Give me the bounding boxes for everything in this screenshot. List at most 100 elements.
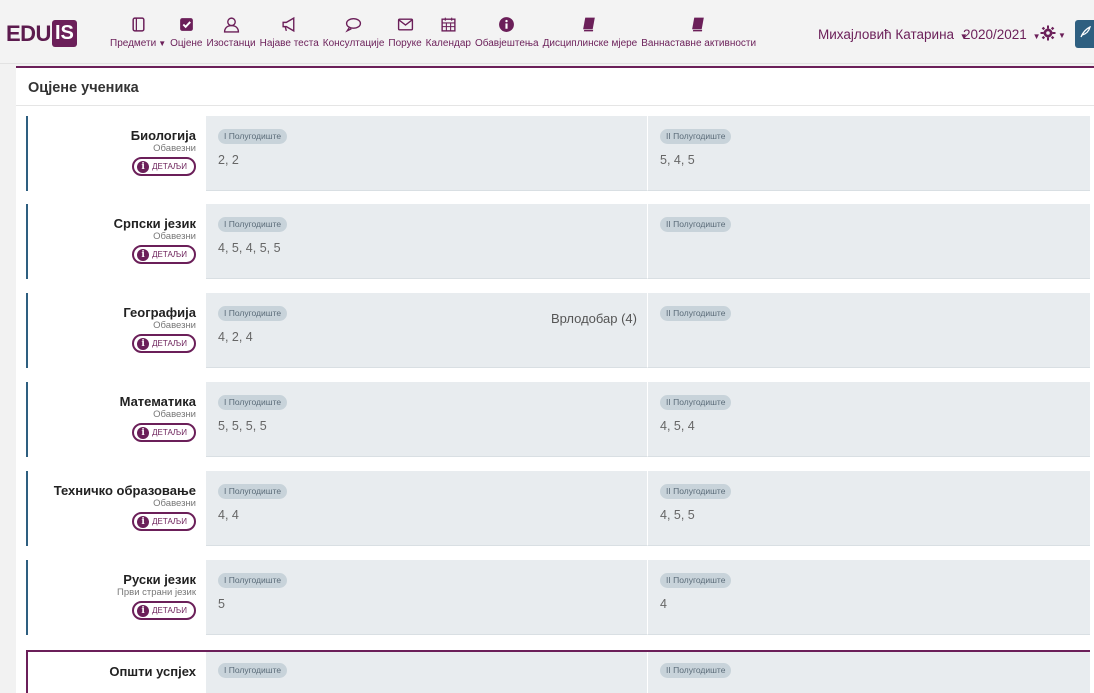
semester-2-badge: II Полугодиште [660, 217, 732, 232]
info-icon: i [137, 337, 150, 350]
caret-down-icon: ▼ [158, 39, 167, 48]
nav-item-extracurricular[interactable]: Ваннаставне активности [641, 14, 756, 49]
details-button[interactable]: i ДЕТАЉИ [132, 157, 196, 176]
subject-row: Српски језик Обавезни i ДЕТАЉИ I Полугод… [26, 204, 1090, 279]
user-name: Михајловић Катарина [818, 27, 955, 42]
subject-header: Математика Обавезни i ДЕТАЉИ [26, 382, 206, 457]
envelope-icon [397, 14, 414, 34]
calendar-icon [440, 14, 457, 34]
subject-type: Обавезни [153, 320, 196, 331]
feather-button[interactable] [1075, 20, 1094, 48]
subject-row: Техничко образовање Обавезни i ДЕТАЉИ I … [26, 471, 1090, 546]
nav-item-subjects[interactable]: Предмети ▼ [110, 14, 166, 49]
nav-label: Оцјене [170, 38, 203, 49]
logo-text: EDU [6, 20, 51, 46]
semester-1-badge: I Полугодиште [218, 573, 288, 588]
checkbox-icon [178, 14, 195, 34]
nav-item-test-announcements[interactable]: Најаве теста [260, 14, 319, 49]
semester-2-grades: 5, 4, 5 [660, 153, 695, 167]
semester-1-grades: 5 [218, 597, 225, 611]
semester-1-cell: I Полугодиште 4, 4 [206, 471, 647, 546]
nav-label: Ваннаставне активности [641, 38, 757, 49]
nav-label: Дисциплинске мјере [542, 38, 638, 49]
details-button[interactable]: i ДЕТАЉИ [132, 512, 196, 531]
semester-2-badge: II Полугодиште [660, 663, 732, 678]
semester-2-grades: 4 [660, 597, 667, 611]
user-menu[interactable]: Михајловић Катарина ▼ [818, 27, 968, 42]
nav-item-consultations[interactable]: Консултације [323, 14, 384, 49]
semester-1-grades: 4, 2, 4 [218, 330, 253, 344]
semester-1-badge: I Полугодиште [218, 217, 288, 232]
school-year: 2020/2021 [963, 27, 1027, 42]
details-label: ДЕТАЉИ [152, 517, 187, 526]
nav-label: Најаве теста [259, 38, 319, 49]
semester-2-badge: II Полугодиште [660, 306, 732, 321]
subject-name: Географија [123, 305, 196, 320]
semester-2-grades: 4, 5, 4 [660, 419, 695, 433]
semester-2-badge: II Полугодиште [660, 573, 732, 588]
semester-1-badge: I Полугодиште [218, 395, 288, 410]
details-label: ДЕТАЉИ [152, 428, 187, 437]
subject-row: Математика Обавезни i ДЕТАЉИ I Полугодиш… [26, 382, 1090, 457]
nav-item-grades[interactable]: Оцјене [170, 14, 203, 49]
eduis-logo[interactable]: EDU IS [6, 20, 77, 47]
semester-2-cell: II Полугодиште 4, 5, 4 [647, 382, 1090, 457]
nav-item-absences[interactable]: Изостанци [207, 14, 256, 49]
semester-1-grades: 4, 5, 4, 5, 5 [218, 241, 281, 255]
semester-1-cell: I Полугодиште 4, 5, 4, 5, 5 [206, 204, 647, 279]
nav-item-notices[interactable]: Обавјештења [475, 14, 539, 49]
semester-2-grades: 4, 5, 5 [660, 508, 695, 522]
subject-type: Обавезни [153, 409, 196, 420]
semester-1-grades: 2, 2 [218, 153, 239, 167]
megaphone-icon [281, 14, 298, 34]
subject-name: Српски језик [113, 216, 196, 231]
details-button[interactable]: i ДЕТАЉИ [132, 245, 196, 264]
semester-1-cell: I Полугодиште 5 [206, 560, 647, 635]
subject-name: Биологија [130, 128, 196, 143]
settings-menu[interactable]: ▼ [1040, 25, 1066, 46]
details-button[interactable]: i ДЕТАЉИ [132, 601, 196, 620]
details-button[interactable]: i ДЕТАЉИ [132, 423, 196, 442]
subject-type: Обавезни [153, 143, 196, 154]
semester-1-grades: 5, 5, 5, 5 [218, 419, 267, 433]
semester-1-badge: I Полугодиште [218, 663, 288, 678]
details-label: ДЕТАЉИ [152, 606, 187, 615]
details-label: ДЕТАЉИ [152, 162, 187, 171]
semester-2-cell: II Полугодиште [647, 204, 1090, 279]
caret-down-icon: ▼ [1058, 31, 1066, 40]
nav-label: Календар [425, 38, 471, 49]
nav-item-messages[interactable]: Поруке [388, 14, 422, 49]
subject-header: Руски језик Први страни језик i ДЕТАЉИ [26, 560, 206, 635]
subject-name: Руски језик [123, 572, 196, 587]
semester-2-badge: II Полугодиште [660, 129, 732, 144]
semester-2-cell: II Полугодиште 4 [647, 560, 1090, 635]
nav-label: Предмети [110, 38, 157, 49]
semester-2-cell: II Полугодиште [647, 293, 1090, 368]
nav-item-calendar[interactable]: Календар [426, 14, 471, 49]
semester-1-badge: I Полугодиште [218, 484, 288, 499]
nav-item-disciplinary[interactable]: Дисциплинске мјере [542, 14, 638, 49]
overall-header: Општи успјех [26, 652, 206, 693]
nav-label: Поруке [388, 38, 422, 49]
semester-1-badge: I Полугодиште [218, 306, 288, 321]
overall-title: Општи успјех [109, 664, 196, 679]
semester-2-cell: II Полугодиште [647, 652, 1090, 693]
semester-2-badge: II Полугодиште [660, 484, 732, 499]
user-icon [223, 14, 240, 34]
semester-1-cell: I Полугодиште 4, 2, 4 Врлодобар (4) [206, 293, 647, 368]
logo-box: IS [51, 20, 77, 47]
info-icon [498, 14, 515, 34]
semester-1-badge: I Полугодиште [218, 129, 288, 144]
gear-icon [1040, 25, 1056, 46]
subject-type: Обавезни [153, 231, 196, 242]
subject-header: Техничко образовање Обавезни i ДЕТАЉИ [26, 471, 206, 546]
info-icon: i [137, 515, 150, 528]
overall-success-row: Општи успјех I Полугодиште II Полугодишт… [26, 650, 1090, 693]
info-icon: i [137, 604, 150, 617]
school-year-menu[interactable]: 2020/2021 ▼ [963, 27, 1041, 42]
subject-row: Географија Обавезни i ДЕТАЉИ I Полугодиш… [26, 293, 1090, 368]
details-button[interactable]: i ДЕТАЉИ [132, 334, 196, 353]
semester-1-cell: I Полугодиште 2, 2 [206, 116, 647, 191]
subject-header: Српски језик Обавезни i ДЕТАЉИ [26, 204, 206, 279]
book-pages-icon [130, 14, 147, 34]
